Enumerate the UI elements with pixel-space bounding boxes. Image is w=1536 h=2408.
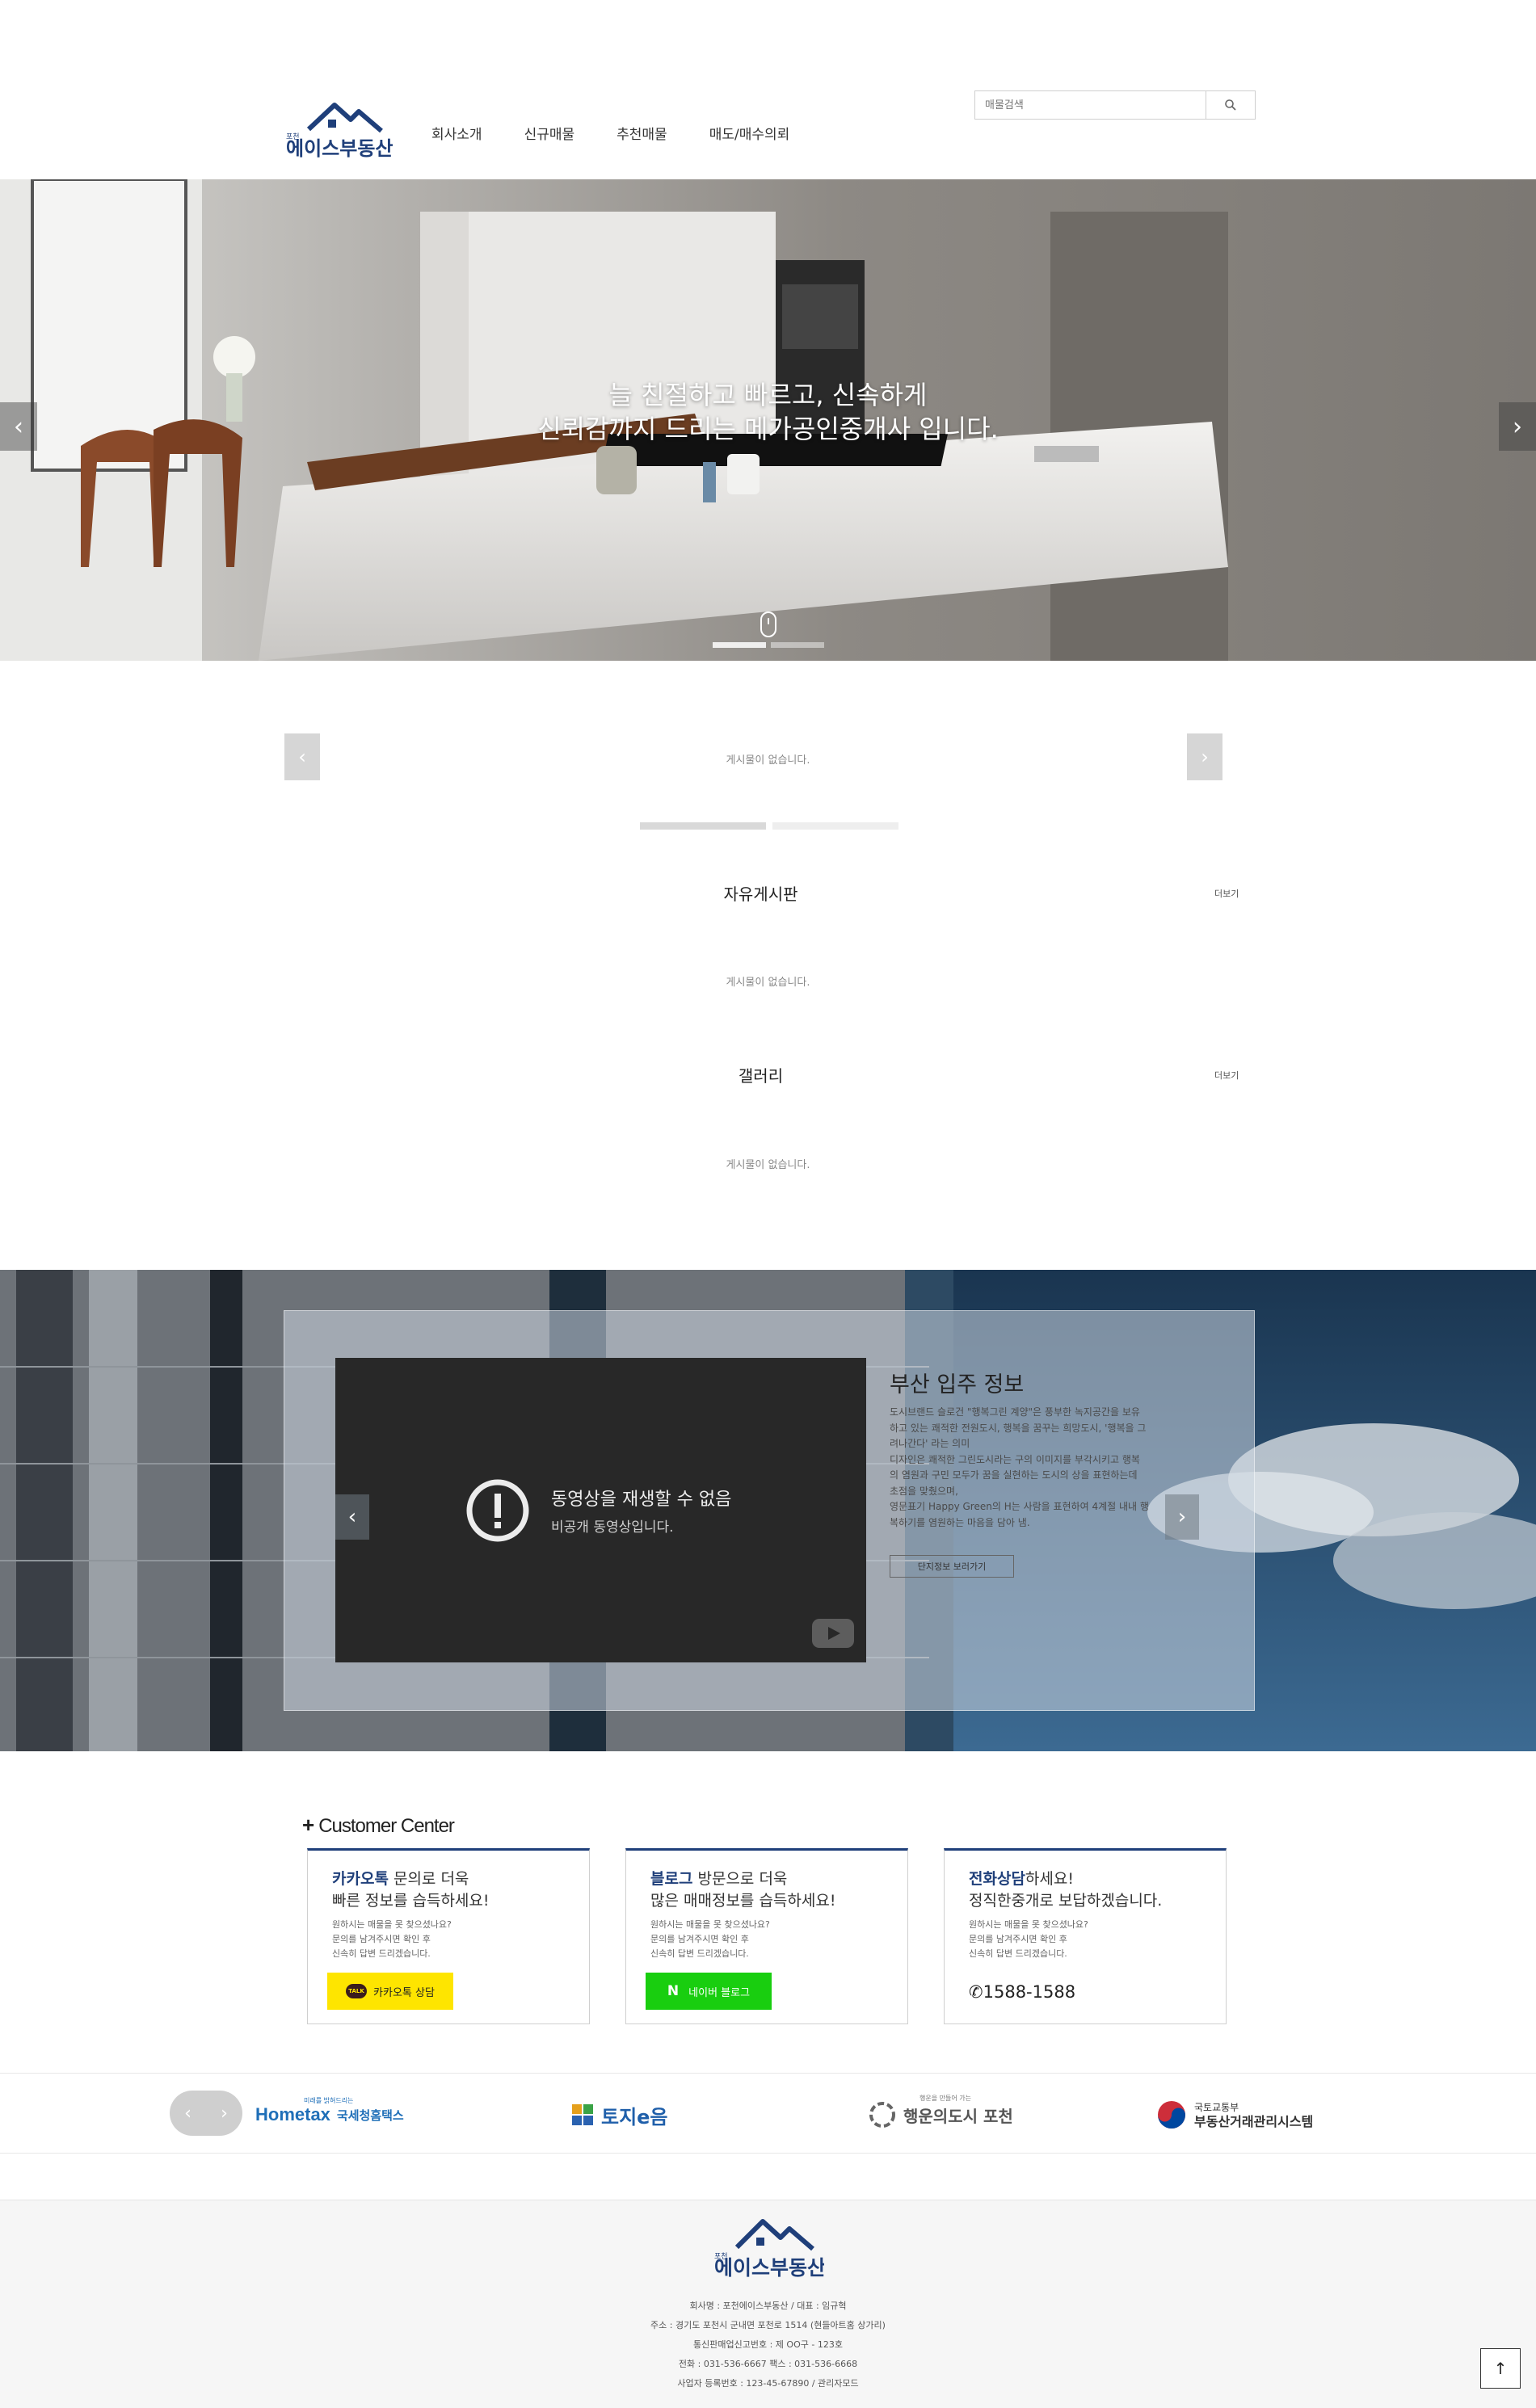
customer-center-title: + Customer Center xyxy=(302,1813,455,1838)
partner-next-button[interactable]: › xyxy=(221,2103,228,2124)
free-board-title[interactable]: 자유게시판 xyxy=(0,881,1521,905)
footer-company-line: 회사명 : 포천에이스부동산 / 대표 : 임규혁 xyxy=(689,2301,847,2311)
info-line: 려나간다' 라는 의미 xyxy=(890,1438,970,1449)
kakao-card-heading: 카카오톡 문의로 더욱 xyxy=(332,1870,469,1888)
naver-icon: N xyxy=(667,1983,680,1999)
hero-prev-button[interactable]: ‹ xyxy=(0,402,37,451)
partner-slider-controls: ‹ › xyxy=(170,2091,242,2136)
partner-prev-button[interactable]: ‹ xyxy=(184,2103,191,2124)
phone-icon: ✆ xyxy=(969,1982,983,2002)
chevron-right-icon: › xyxy=(1177,1505,1187,1529)
hero-dot-2[interactable] xyxy=(771,642,824,648)
main-nav: 회사소개 신규매물 추천매물 매도/매수의뢰 xyxy=(431,123,831,143)
ticker-empty-text: 게시물이 없습니다. xyxy=(726,754,810,767)
partner-pocheon-logo[interactable]: 행운을 만들어 가는 행운의도시 포천 xyxy=(868,2095,1013,2133)
info-line: 디자인은 쾌적한 그린도시라는 구의 이미지를 부각시키고 행복 xyxy=(890,1453,1140,1465)
search-button[interactable] xyxy=(1206,91,1255,119)
video-next-button[interactable]: › xyxy=(1165,1494,1199,1540)
partner-toji-logo[interactable]: 토지e음 xyxy=(570,2097,668,2133)
site-logo[interactable]: 포천 에이스부동산 xyxy=(284,95,393,160)
ticker-pagination xyxy=(640,822,898,830)
blog-card-description: 원하시는 매물을 못 찾으셨나요? 문의를 남겨주시면 확인 후 신속히 답변 … xyxy=(650,1919,770,1959)
kakao-card-subheading: 빠른 정보를 습득하세요! xyxy=(332,1892,490,1910)
footer-license-line: 통신판매업신고번호 : 제 OO구 - 123호 xyxy=(693,2339,843,2350)
partner-hometax-logo[interactable]: 미래를 밝혀드리는 Hometax 국세청홈택스 xyxy=(255,2097,404,2133)
hero-pagination xyxy=(713,642,824,648)
footer-logo-text: 에이스부동산 xyxy=(714,2256,824,2280)
gallery-title[interactable]: 갤러리 xyxy=(0,1063,1521,1086)
ticker-bar-2[interactable] xyxy=(772,822,898,830)
nav-company[interactable]: 회사소개 xyxy=(431,123,482,143)
back-to-top-button[interactable]: ↑ xyxy=(1480,2348,1521,2389)
free-board-more-link[interactable]: 더보기 xyxy=(1214,887,1239,900)
naver-blog-button[interactable]: N 네이버 블로그 xyxy=(646,1973,772,2010)
footer-business-line[interactable]: 사업자 등록번호 : 123-45-67890 / 관리자모드 xyxy=(0,2374,1536,2393)
plus-icon: + xyxy=(302,1813,314,1837)
video-error-title: 동영상을 재생할 수 없음 xyxy=(551,1490,732,1510)
partner-molit-logo[interactable]: 국토교통부 부동산거래관리시스템 xyxy=(1155,2097,1313,2133)
complex-info-button[interactable]: 단지정보 보러가기 xyxy=(890,1555,1014,1578)
kakao-card-description: 원하시는 매물을 못 찾으셨나요? 문의를 남겨주시면 확인 후 신속히 답변 … xyxy=(332,1919,452,1959)
chevron-right-icon: › xyxy=(1513,412,1522,441)
nav-recommended[interactable]: 추천매물 xyxy=(617,123,667,143)
phone-number[interactable]: ✆1588-1588 xyxy=(969,1982,1075,2002)
info-line: 초점을 맞췄으며, xyxy=(890,1485,958,1497)
pocheon-emblem-icon xyxy=(869,2102,895,2128)
phone-card: 전화상담하세요! 정직한중개로 보답하겠습니다. 원하시는 매물을 못 찾으셨나… xyxy=(944,1848,1227,2024)
logo-text: 에이스부동산 xyxy=(286,137,393,160)
gallery-empty-text: 게시물이 없습니다. xyxy=(726,1159,810,1171)
footer-contact-line: 전화 : 031-536-6667 팩스 : 031-536-6668 xyxy=(678,2359,858,2369)
info-line: 영문표기 Happy Green의 H는 사람을 표현하여 4계절 내내 행 xyxy=(890,1501,1149,1512)
scroll-mouse-icon xyxy=(760,611,776,637)
hero-slider: 늘 친절하고 빠르고, 신속하게 신뢰감까지 드리는 메가공인중개사 입니다. xyxy=(0,179,1536,661)
toji-icon xyxy=(572,2104,593,2125)
hero-dot-1[interactable] xyxy=(713,642,766,648)
korea-emblem-icon xyxy=(1158,2101,1185,2129)
info-line: 하고 있는 쾌적한 전원도시, 행복을 꿈꾸는 희망도시, '행복을 그 xyxy=(890,1422,1147,1434)
nav-new-listings[interactable]: 신규매물 xyxy=(524,123,575,143)
search-box xyxy=(974,90,1256,120)
info-line: 복하기를 염원하는 마음을 담아 냄. xyxy=(890,1516,1030,1528)
info-line: 도시브랜드 슬로건 "행복그린 계양"은 풍부한 녹지공간을 보유 xyxy=(890,1406,1140,1418)
youtube-icon[interactable] xyxy=(812,1619,854,1648)
info-line: 의 염원과 구민 모두가 꿈을 실현하는 도시의 상을 표현하는데 xyxy=(890,1469,1138,1481)
video-prev-button[interactable]: ‹ xyxy=(335,1494,369,1540)
footer-address-line: 주소 : 경기도 포천시 군내면 포천로 1514 (현들아트홈 상가리) xyxy=(650,2320,886,2330)
error-icon xyxy=(466,1479,529,1542)
blog-card-heading: 블로그 방문으로 더욱 xyxy=(650,1870,788,1888)
chevron-left-icon: ‹ xyxy=(347,1505,357,1529)
footer-logo[interactable]: 포천 에이스부동산 xyxy=(713,2212,826,2280)
phone-card-heading: 전화상담하세요! xyxy=(969,1870,1074,1888)
phone-card-subheading: 정직한중개로 보답하겠습니다. xyxy=(969,1892,1163,1910)
arrow-up-icon: ↑ xyxy=(1493,2359,1508,2378)
footer-info: 회사명 : 포천에이스부동산 / 대표 : 임규혁 주소 : 경기도 포천시 군… xyxy=(0,2297,1536,2393)
search-icon xyxy=(1225,99,1236,111)
search-input[interactable] xyxy=(975,91,1206,119)
free-board-empty-text: 게시물이 없습니다. xyxy=(726,977,810,989)
hero-headline-line1: 늘 친절하고 빠르고, 신속하게 xyxy=(608,380,928,410)
kakao-talk-icon: TALK xyxy=(346,1984,368,1998)
kakao-chat-button[interactable]: TALK 카카오톡 상담 xyxy=(327,1973,453,2010)
hero-next-button[interactable]: › xyxy=(1499,402,1536,451)
hero-headline-line2: 신뢰감까지 드리는 메가공인중개사 입니다. xyxy=(537,414,999,444)
phone-card-description: 원하시는 매물을 못 찾으셨나요? 문의를 남겨주시면 확인 후 신속히 답변 … xyxy=(969,1919,1088,1959)
info-title: 부산 입주 정보 xyxy=(890,1372,1025,1397)
customer-center-title-text: Customer Center xyxy=(318,1815,455,1837)
info-description: 도시브랜드 슬로건 "행복그린 계양"은 풍부한 녹지공간을 보유 하고 있는 … xyxy=(890,1405,1169,1531)
nav-sell-buy-request[interactable]: 매도/매수의뢰 xyxy=(709,123,790,143)
video-error-subtitle: 비공개 동영상입니다. xyxy=(551,1519,674,1536)
blog-card-subheading: 많은 매매정보를 습득하세요! xyxy=(650,1892,836,1910)
kakao-card: 카카오톡 문의로 더욱 빠른 정보를 습득하세요! 원하시는 매물을 못 찾으셨… xyxy=(307,1848,590,2024)
ticker-bar-1[interactable] xyxy=(640,822,766,830)
gallery-more-link[interactable]: 더보기 xyxy=(1214,1069,1239,1082)
chevron-left-icon: ‹ xyxy=(14,412,23,441)
blog-card: 블로그 방문으로 더욱 많은 매매정보를 습득하세요! 원하시는 매물을 못 찾… xyxy=(625,1848,908,2024)
